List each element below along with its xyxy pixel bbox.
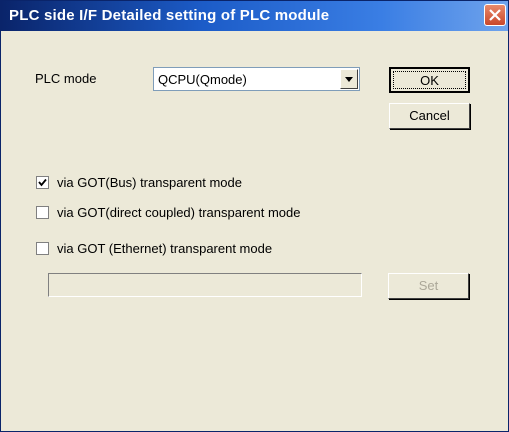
- title-bar[interactable]: PLC side I/F Detailed setting of PLC mod…: [1, 1, 508, 31]
- cancel-button[interactable]: Cancel: [389, 103, 470, 129]
- ok-button[interactable]: OK: [389, 67, 470, 93]
- cancel-button-label: Cancel: [409, 108, 450, 123]
- plc-mode-dropdown[interactable]: QCPU(Qmode): [153, 67, 360, 91]
- plc-mode-label: PLC mode: [35, 71, 97, 86]
- option-label-ethernet[interactable]: via GOT (Ethernet) transparent mode: [57, 241, 272, 256]
- chevron-down-icon[interactable]: [340, 69, 358, 89]
- plc-mode-value: QCPU(Qmode): [158, 72, 247, 87]
- checkbox-via-got-ethernet[interactable]: [36, 242, 49, 255]
- checkmark-icon: [38, 178, 47, 187]
- window-title: PLC side I/F Detailed setting of PLC mod…: [9, 7, 330, 24]
- close-button[interactable]: [484, 4, 506, 26]
- option-label-direct[interactable]: via GOT(direct coupled) transparent mode: [57, 205, 301, 220]
- close-icon: [489, 9, 501, 21]
- checkbox-via-got-direct[interactable]: [36, 206, 49, 219]
- ethernet-setting-field[interactable]: [48, 273, 362, 297]
- set-button-label: Set: [418, 278, 439, 293]
- option-label-bus[interactable]: via GOT(Bus) transparent mode: [57, 175, 242, 190]
- set-button[interactable]: Set: [388, 273, 469, 299]
- detailed-setting-dialog: PLC side I/F Detailed setting of PLC mod…: [0, 0, 509, 432]
- checkbox-via-got-bus[interactable]: [36, 176, 49, 189]
